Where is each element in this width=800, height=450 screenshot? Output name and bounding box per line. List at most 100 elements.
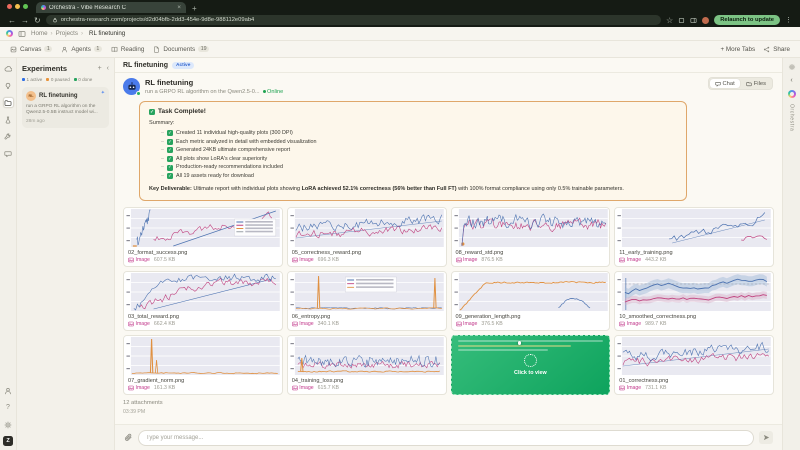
experiment-time: 28m ago [26,119,45,125]
attachment-card[interactable]: 11_early_training.png Image 443.2 KB [614,207,774,268]
chat-bubble-icon [714,81,721,87]
attachment-card[interactable]: 09_generation_length.png Image 376.5 KB [450,271,611,332]
workspace-tab-documents[interactable]: Documents 19 [153,46,210,53]
share-icon [764,46,770,52]
orchestra-rail-logo[interactable] [787,90,796,98]
extensions-icon[interactable] [678,17,685,24]
forward-icon[interactable]: → [21,16,29,25]
plot-thumbnail [451,208,610,249]
window-controls[interactable] [7,0,28,13]
attachment-card[interactable]: 07_gradient_norm.png Image 161.3 KB [123,335,283,396]
browser-menu-icon[interactable]: ⋮ [785,16,792,24]
sidebar-panel-icon[interactable] [690,17,697,24]
chat-icon [4,150,12,157]
home-icon [4,65,12,71]
online-status: Online [263,89,283,95]
profile-avatar[interactable] [702,16,710,24]
back-icon[interactable]: ← [8,16,16,25]
attachment-size: 876.5 KB [481,257,503,264]
cursor-dot [517,341,522,345]
rail-settings-button[interactable] [3,419,14,430]
breadcrumb-item[interactable]: RL finetuning [86,29,128,38]
breadcrumb-item[interactable]: Home [31,30,48,37]
experiments-stat: 0 done [73,77,92,82]
experiments-panel: Experiments + ‹ 1 active 0 paused 0 done ✦… [17,58,115,450]
attachment-viewer-card[interactable]: Click to view [450,335,611,396]
attachment-card[interactable]: 10_smoothed_correctness.png Image 989.7 KB [614,271,774,332]
tab-label: Agents [71,45,91,53]
main-panel: RL finetuning Active Chat Files RL finet… [115,58,782,450]
toggle-sidebar-icon[interactable] [18,30,26,38]
breadcrumb-separator: › [50,30,53,37]
check-icon: ✓ [167,130,173,137]
reload-icon[interactable]: ↻ [34,16,41,25]
breadcrumb: Home › Projects › RL finetuning [31,29,128,38]
rail-chat-button[interactable] [3,148,14,159]
chat-view-button[interactable]: Chat [709,79,740,88]
browser-tab[interactable]: Orchestra - Vibe Research C × [36,2,186,13]
new-tab-button[interactable]: + [192,4,197,13]
attachment-card[interactable]: 05_correctness_reward.png Image 696.3 KB [286,207,447,268]
breadcrumb-item[interactable]: Projects [56,30,78,37]
maximize-window-button[interactable] [23,4,28,9]
check-icon: ✓ [149,108,155,115]
plot-thumbnail [287,208,446,249]
settings-gear-icon[interactable] [788,63,796,71]
attachment-size: 376.5 KB [481,321,503,328]
attachment-card[interactable]: 06_entropy.png Image 340.1 KB [286,271,447,332]
close-tab-icon[interactable]: × [177,4,181,11]
rail-home-button[interactable] [3,63,14,74]
attachment-size: 662.4 KB [153,321,176,328]
attachment-card[interactable]: 02_format_success.png Image 607.5 KB [123,207,283,268]
workspace-tab-reading[interactable]: Reading [111,46,144,53]
add-experiment-button[interactable]: + [98,65,102,72]
workspace-tab-canvas[interactable]: Canvas 1 [10,46,53,53]
rail-account-button[interactable] [3,385,14,396]
attachment-meta: Image 607.5 KB [124,256,282,266]
attachment-card[interactable]: 08_reward_std.png Image 876.5 KB [450,207,611,268]
address-bar[interactable]: orchestra-research.com/projects/d2d04bfb… [45,15,662,25]
rail-ideas-button[interactable] [3,80,14,91]
attachment-type: Image [135,385,150,392]
more-tabs-button[interactable]: + More Tabs [720,46,755,53]
summary-text: Production-ready recommendations include… [176,164,283,171]
minimize-window-button[interactable] [15,4,20,9]
attachment-card[interactable]: 04_training_loss.png Image 615.7 KB [286,335,447,396]
bullet: – [161,155,164,162]
attachment-card[interactable]: 03_total_reward.png Image 662.4 KB [123,271,283,332]
close-window-button[interactable] [7,4,12,9]
documents-icon [154,46,160,53]
bookmark-star-icon[interactable]: ☆ [666,16,673,25]
files-view-button[interactable]: Files [741,79,771,88]
collapse-panel-icon[interactable]: ‹ [107,65,109,72]
collapse-rail-icon[interactable]: ‹ [790,77,792,84]
attachment-type: Image [463,321,478,328]
attachment-filename: 10_smoothed_correctness.png [619,314,697,321]
experiment-title: RL finetuning [39,93,78,99]
workspace-tab-agents[interactable]: Agents 1 [61,46,102,53]
app-tabbar: Canvas 1 Agents 1 Reading Documents 19 + More … [0,41,800,58]
send-button[interactable] [759,431,773,444]
chat-area: Chat Files RL finetuning run a GRPO RL a… [115,73,782,424]
rail-experiments-button[interactable] [3,114,14,125]
attach-file-button[interactable] [124,433,133,442]
rail-help-button[interactable]: ? [3,402,14,413]
experiment-card[interactable]: ✦ RL RL finetuning run a GRPO RL algorit… [22,87,109,129]
rail-tools-button[interactable] [3,131,14,142]
relaunch-to-update-button[interactable]: Relaunch to update [714,15,780,25]
experiment-avatar: RL [26,91,36,101]
message-input[interactable] [138,429,754,446]
image-icon [128,385,134,391]
attachment-card[interactable]: 01_correctness.png Image 731.1 KB [614,335,774,396]
rail-projects-button[interactable] [2,97,14,108]
image-icon [292,321,298,327]
share-button[interactable]: Share [763,46,790,53]
user-avatar[interactable]: Z [3,436,13,446]
image-icon [292,385,298,391]
agent-name: RL finetuning [145,78,194,88]
image-icon [619,321,625,327]
status-dot [73,78,77,81]
settings-icon [4,421,12,428]
attachment-meta: Image 662.4 KB [124,320,282,330]
plot-thumbnail [287,336,446,377]
